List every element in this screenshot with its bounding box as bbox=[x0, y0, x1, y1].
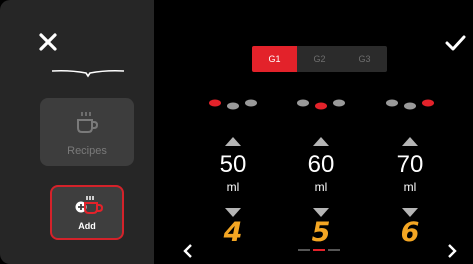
dose-unit: ml bbox=[403, 180, 417, 194]
increase-arrow-icon[interactable] bbox=[402, 133, 418, 146]
check-icon[interactable] bbox=[444, 34, 466, 52]
decrease-arrow-icon[interactable] bbox=[313, 204, 329, 217]
recipes-tile: Recipes bbox=[40, 98, 134, 166]
decrease-arrow-icon[interactable] bbox=[225, 204, 241, 217]
increase-arrow-icon[interactable] bbox=[313, 133, 329, 146]
tab-g3[interactable]: G3 bbox=[342, 46, 387, 72]
page-indicator bbox=[298, 249, 340, 251]
dose-number[interactable]: 4 bbox=[201, 217, 265, 248]
group-dots-icon bbox=[378, 96, 442, 112]
add-button[interactable]: Add bbox=[50, 185, 124, 240]
dose-value: 60 bbox=[307, 151, 335, 178]
dose-unit: ml bbox=[314, 180, 328, 194]
dose-value: 70 bbox=[396, 151, 424, 178]
group-dots-icon bbox=[201, 96, 265, 112]
group-selector: G1 G2 G3 bbox=[252, 46, 387, 72]
tab-g1[interactable]: G1 bbox=[252, 46, 297, 72]
dose-number[interactable]: 6 bbox=[378, 217, 442, 248]
tab-g2[interactable]: G2 bbox=[297, 46, 342, 72]
dose-column-2: 60 ml 5 bbox=[289, 96, 353, 248]
page-dot bbox=[328, 249, 340, 251]
recipes-label: Recipes bbox=[67, 145, 107, 157]
page-dot bbox=[298, 249, 310, 251]
dose-column-1: 50 ml 4 bbox=[201, 96, 265, 248]
close-icon[interactable] bbox=[36, 30, 60, 54]
brand-line-icon bbox=[50, 66, 126, 80]
coffee-cup-icon bbox=[75, 110, 99, 136]
group-dots-icon bbox=[289, 96, 353, 112]
add-coffee-cup-icon bbox=[74, 195, 104, 217]
screen: Recipes Add G1 G2 G3 50 ml 4 60 ml 5 70 … bbox=[0, 0, 473, 264]
dose-number[interactable]: 5 bbox=[289, 217, 353, 248]
chevron-right-icon[interactable] bbox=[446, 243, 458, 259]
sidebar: Recipes Add bbox=[0, 0, 154, 264]
main-panel: G1 G2 G3 50 ml 4 60 ml 5 70 ml 6 bbox=[154, 0, 473, 264]
dose-unit: ml bbox=[226, 180, 240, 194]
page-dot-active bbox=[313, 249, 325, 251]
increase-arrow-icon[interactable] bbox=[225, 133, 241, 146]
add-label: Add bbox=[78, 221, 96, 231]
chevron-left-icon[interactable] bbox=[182, 243, 194, 259]
dose-column-3: 70 ml 6 bbox=[378, 96, 442, 248]
decrease-arrow-icon[interactable] bbox=[402, 204, 418, 217]
dose-value: 50 bbox=[219, 151, 247, 178]
